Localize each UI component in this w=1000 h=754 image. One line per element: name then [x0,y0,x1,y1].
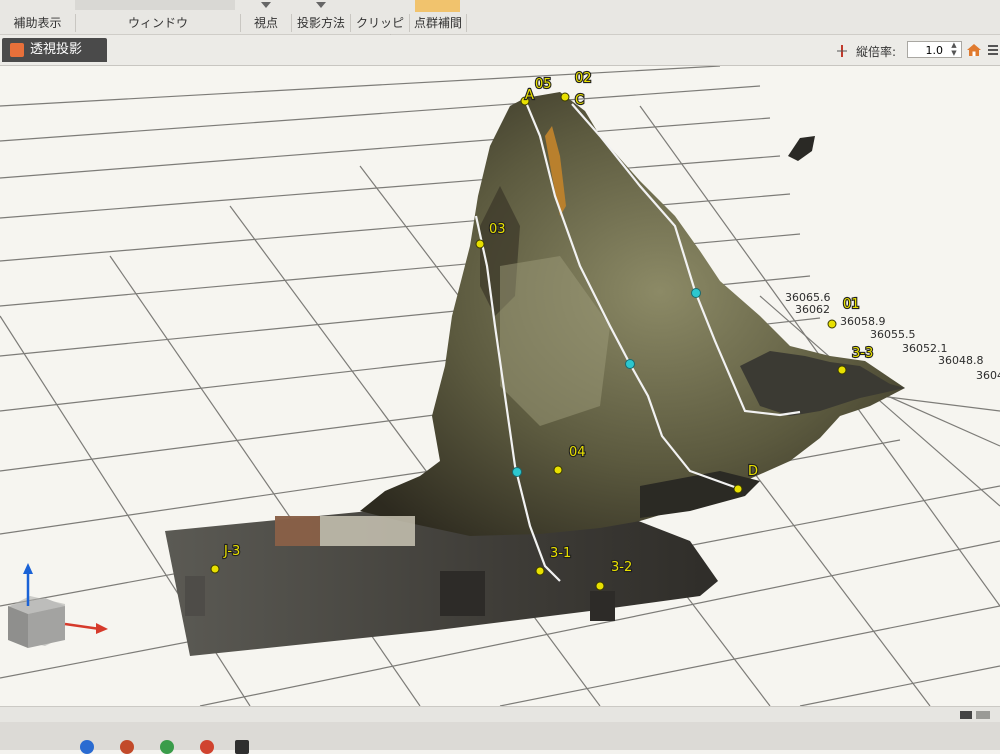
status-bar [0,706,1000,723]
survey-point-marker [475,239,485,249]
survey-point-marker [837,365,847,375]
ribbon-toolbar: 補助表示 ウィンドウ 視点 投影方法 クリッピング 点群補間 [0,0,1000,48]
point-label-3-3: 3-3 [852,346,873,361]
ribbon-active-highlight[interactable] [415,0,460,12]
point-label-02: 02 [575,71,592,86]
point-label-a: A [525,88,534,103]
vehicle-silhouette [185,576,205,616]
document-tab-bar: 透視投影 縦倍率: 1.0 ▲ ▼ [0,35,1000,66]
survey-point-marker [733,484,743,494]
point-label-05: 05 [535,77,552,92]
person-group-silhouette [440,571,485,616]
ribbon-group-label: 視点 [253,16,278,30]
survey-point-marker [595,581,605,591]
vertical-scale-icon [837,45,847,57]
ribbon-group-label: 投影方法 [296,16,345,30]
taskbar-app-icon[interactable] [235,740,249,754]
tab-label: 透視投影 [30,42,83,57]
ribbon-group-label: 点群補間 [413,16,462,30]
taskbar-app-icon[interactable] [200,740,214,754]
taskbar-app-icon[interactable] [160,740,174,754]
point-label-d: D [748,464,758,479]
elevation-label: 36055.5 [870,328,916,341]
waypoint-marker [512,467,522,477]
tab-perspective-projection[interactable]: 透視投影 [2,38,107,62]
taskbar-app-icon[interactable] [80,740,94,754]
3d-viewport[interactable]: 05 02 A C 03 01 3-3 04 D J-3 3-1 3-2 360… [0,66,1000,706]
vertical-scale-stepper[interactable]: ▲ ▼ [948,41,960,58]
survey-point-marker [827,319,837,329]
point-label-c: C [575,93,584,108]
ribbon-group-label: 補助表示 [13,16,62,30]
ribbon-group-label: ウィンドウ [127,16,188,30]
ribbon-group-projection[interactable]: 投影方法 [292,2,351,32]
point-label-j-3: J-3 [223,544,240,559]
building-sign [275,516,320,546]
ribbon-partial-button[interactable] [75,0,235,10]
ribbon-group-pointcloud-interp[interactable]: 点群補間 [410,14,467,32]
point-label-3-1: 3-1 [550,546,571,561]
ribbon-group-clipping[interactable]: クリッピング [351,14,410,48]
point-label-04: 04 [569,445,586,460]
waypoint-marker [691,288,701,298]
menu-icon[interactable] [987,43,999,57]
dropdown-arrow-icon[interactable] [261,2,271,8]
os-taskbar [0,722,1000,754]
survey-point-marker [210,564,220,574]
elevation-label: 36058.9 [840,315,886,328]
survey-point-marker [560,92,570,102]
ribbon-group-window[interactable]: ウィンドウ [76,14,241,32]
taskbar-app-icon[interactable] [120,740,134,754]
ribbon-group-viewpoint[interactable]: 視点 [241,2,292,32]
dropdown-arrow-icon[interactable] [316,2,326,8]
survey-point-marker [553,465,563,475]
elevation-label: 3604 [976,369,1000,382]
point-label-03: 03 [489,222,506,237]
waypoint-marker [625,359,635,369]
person-silhouette [590,591,615,621]
elevation-label: 36062 [795,303,830,316]
survey-point-marker [535,566,545,576]
ribbon-group-aux-display[interactable]: 補助表示 [0,14,76,32]
point-label-01: 01 [843,297,860,312]
cube-icon [10,43,24,57]
point-label-3-2: 3-2 [611,560,632,575]
home-icon[interactable] [966,43,982,57]
status-view-toggle-icon[interactable] [958,708,992,722]
elevation-label: 36048.8 [938,354,984,367]
vertical-scale-label: 縦倍率: [856,45,897,59]
